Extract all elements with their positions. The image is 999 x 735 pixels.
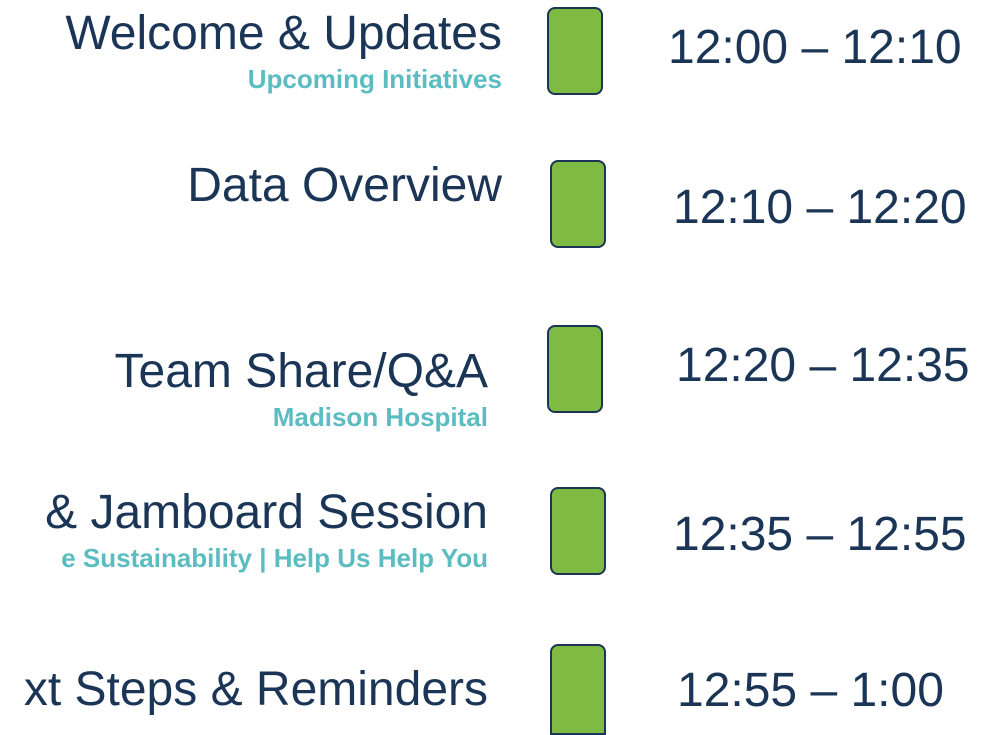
agenda-marker xyxy=(550,160,606,248)
agenda-title-block: Welcome & Updates Upcoming Initiatives xyxy=(65,6,502,94)
agenda-title: Data Overview xyxy=(187,159,502,212)
agenda-subtitle: Upcoming Initiatives xyxy=(247,64,502,94)
agenda-time: 12:20 – 12:35 xyxy=(676,339,970,392)
agenda-time: 12:35 – 12:55 xyxy=(673,508,967,561)
agenda-title: Team Share/Q&A xyxy=(114,345,489,398)
agenda-time: 12:00 – 12:10 xyxy=(668,21,962,74)
agenda-time: 12:10 – 12:20 xyxy=(673,181,967,234)
agenda-title: xt Steps & Reminders xyxy=(23,663,488,716)
agenda-time: 12:55 – 1:00 xyxy=(677,664,944,717)
agenda-subtitle: Madison Hospital xyxy=(272,402,488,432)
agenda-marker xyxy=(547,7,603,95)
agenda-title-block: & Jamboard Session e Sustainability | He… xyxy=(45,485,488,573)
agenda-marker xyxy=(547,325,603,413)
agenda-title-block: Team Share/Q&A Madison Hospital xyxy=(115,344,489,432)
agenda-subtitle: e Sustainability | Help Us Help You xyxy=(61,543,488,573)
agenda-marker xyxy=(550,487,606,575)
agenda-title: Welcome & Updates xyxy=(65,7,502,60)
agenda-title-block: Data Overview xyxy=(187,158,502,214)
agenda-title-block: xt Steps & Reminders xyxy=(24,662,488,718)
agenda-title: & Jamboard Session xyxy=(45,486,488,539)
agenda-marker xyxy=(550,644,606,735)
